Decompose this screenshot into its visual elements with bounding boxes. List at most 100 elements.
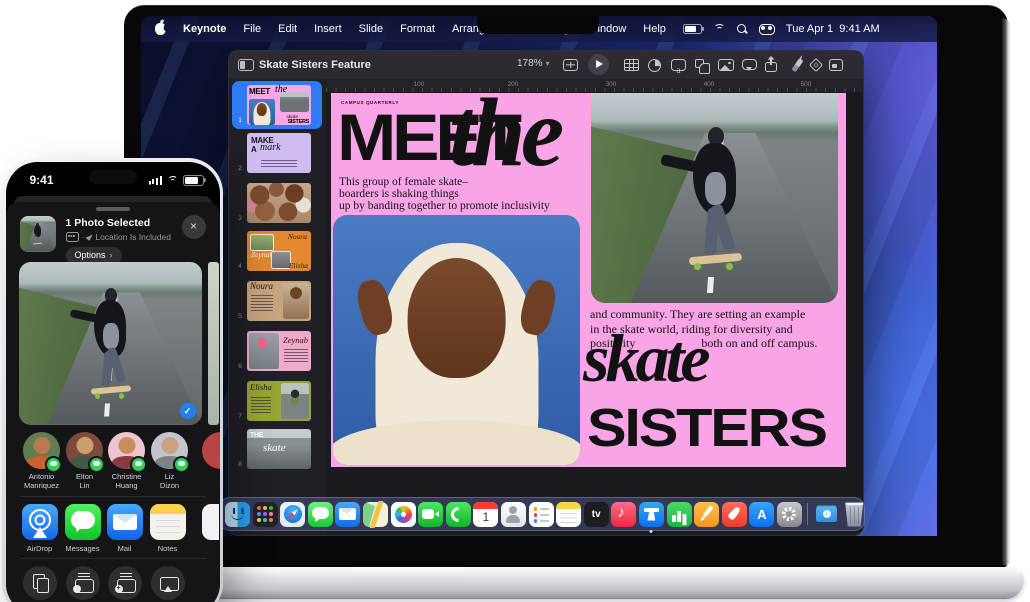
zoom-dropdown[interactable]: 178%	[517, 58, 550, 69]
contact-liz[interactable]: LizDizon	[148, 432, 192, 490]
format-brush-icon[interactable]	[791, 58, 803, 72]
control-center-icon[interactable]	[759, 24, 775, 35]
dock-reminders-icon[interactable]	[529, 502, 554, 527]
menu-format[interactable]: Format	[400, 23, 435, 35]
dock-maps-icon[interactable]	[363, 502, 388, 527]
contact-elton[interactable]: EltonLin	[63, 432, 107, 490]
animate-icon[interactable]	[809, 58, 823, 72]
contact-partial-avatar[interactable]	[202, 432, 220, 469]
slide-photo-skater[interactable]	[591, 93, 838, 303]
copy-action-icon[interactable]	[23, 566, 57, 600]
screen-mirroring-action-icon[interactable]	[151, 566, 185, 600]
wifi-icon[interactable]	[713, 24, 726, 34]
dock-pages-icon[interactable]	[694, 502, 719, 527]
selected-photo-thumbnail	[20, 216, 56, 252]
text-box-icon[interactable]	[671, 59, 686, 71]
menu-file[interactable]: File	[243, 23, 261, 35]
slide-outro-caps[interactable]: SISTERS	[587, 401, 826, 455]
dock-mail-icon[interactable]	[335, 502, 360, 527]
share-sheet-title: 1 Photo Selected	[66, 217, 151, 229]
menu-help[interactable]: Help	[643, 23, 666, 35]
slide-outro-script[interactable]: skate	[583, 319, 707, 398]
slide-editor[interactable]: CAMPUS QUARTERLY MEET the This group of …	[331, 93, 846, 467]
slide-photo-portrait[interactable]	[333, 215, 580, 465]
iphone-status-time: 9:41	[30, 173, 54, 187]
slide-thumbnail-8[interactable]: THE skate	[247, 429, 311, 469]
share-icon[interactable]	[765, 57, 777, 72]
menu-clock[interactable]: Tue Apr 1 9:41 AM	[786, 23, 880, 35]
dock-numbers-icon[interactable]	[667, 502, 692, 527]
location-arrow-icon	[86, 232, 94, 241]
dock-facetime-icon[interactable]	[418, 502, 443, 527]
slide-thumbnail-7[interactable]: Elisha	[247, 381, 311, 421]
slide-number: 3	[235, 215, 245, 222]
thumb7-photo	[281, 383, 309, 419]
dock-calendar-icon[interactable]: 1	[473, 502, 498, 527]
slide-thumbnail-1[interactable]: MEET the skate SISTERS	[247, 85, 311, 125]
menu-edit[interactable]: Edit	[278, 23, 297, 35]
add-to-album-action-icon[interactable]: +	[108, 566, 142, 600]
next-photo-partial[interactable]	[208, 262, 219, 425]
battery-icon[interactable]	[683, 24, 702, 34]
thumb4-elisha: Elisha	[289, 261, 308, 270]
dock-downloads-icon[interactable]	[814, 502, 839, 527]
dock-launchpad-icon[interactable]	[253, 502, 278, 527]
thumb1-sisters: SISTERS	[288, 119, 309, 125]
document-settings-icon[interactable]	[829, 59, 843, 71]
slide-thumbnail-2[interactable]: MAKE A mark	[247, 133, 311, 173]
slide-intro-text[interactable]: This group of female skate– boarders is …	[339, 177, 550, 212]
options-button[interactable]: Options	[66, 247, 122, 264]
battery-icon	[183, 175, 204, 187]
messages-app-icon[interactable]	[65, 504, 101, 540]
mail-app-icon[interactable]	[107, 504, 143, 540]
shape-icon[interactable]	[695, 59, 704, 68]
dock-photos-icon[interactable]	[391, 502, 416, 527]
dock-finder-icon[interactable]	[225, 502, 250, 527]
cellular-signal-icon	[149, 176, 163, 185]
view-sidebar-icon[interactable]	[238, 59, 254, 71]
contact-antonio[interactable]: AntonioManriquez	[20, 432, 64, 490]
selected-photo[interactable]: ✓	[19, 262, 202, 425]
dock-messages-icon[interactable]	[308, 502, 333, 527]
thumb4-photo-1	[250, 234, 274, 251]
dock-contacts-icon[interactable]	[501, 502, 526, 527]
dock-rocket-icon[interactable]	[722, 502, 747, 527]
slide-thumbnail-5[interactable]: Noura	[247, 281, 311, 321]
menu-app-name[interactable]: Keynote	[183, 23, 226, 35]
app-label-mail: Mail	[103, 544, 147, 553]
dock-settings-icon[interactable]	[777, 502, 802, 527]
save-to-files-action-icon[interactable]	[66, 566, 100, 600]
slide-thumbnail-4[interactable]: Noura Zeynab Elisha	[247, 231, 311, 271]
menu-slide[interactable]: Slide	[359, 23, 383, 35]
thumb8-the: THE	[250, 432, 263, 439]
menu-insert[interactable]: Insert	[314, 23, 342, 35]
slide-headline-script[interactable]: the	[449, 93, 559, 189]
media-icon[interactable]	[718, 59, 734, 71]
play-button[interactable]	[588, 54, 609, 75]
dock-appstore-icon[interactable]: A	[749, 502, 774, 527]
ruler-label: 500	[801, 81, 812, 88]
dock-tv-icon[interactable]: tv	[584, 502, 609, 527]
dock-trash-icon[interactable]	[842, 502, 867, 527]
dock-phone-icon[interactable]	[446, 502, 471, 527]
dock-keynote-icon[interactable]	[639, 502, 664, 527]
dock-safari-icon[interactable]	[280, 502, 305, 527]
slide-thumbnail-6[interactable]: Zeynab	[247, 331, 311, 371]
close-icon[interactable]: ×	[182, 215, 206, 239]
comment-icon[interactable]	[742, 59, 757, 70]
airdrop-icon[interactable]	[22, 504, 58, 540]
slide-thumbnail-3[interactable]	[247, 183, 311, 223]
wifi-icon	[167, 176, 179, 185]
table-icon[interactable]	[624, 59, 639, 71]
apple-menu-icon[interactable]	[155, 23, 166, 35]
sheet-grabber[interactable]	[96, 207, 130, 211]
add-slide-button[interactable]	[563, 59, 578, 71]
search-icon[interactable]	[737, 24, 748, 35]
share-sheet-subtitle: · Location Is Included	[66, 232, 171, 242]
dock-notes-icon[interactable]	[556, 502, 581, 527]
notes-app-icon[interactable]	[150, 504, 186, 540]
dock-music-icon[interactable]	[611, 502, 636, 527]
contact-christine[interactable]: ChristineHuang	[105, 432, 149, 490]
chart-icon[interactable]	[648, 59, 661, 72]
partial-app-icon[interactable]	[202, 504, 219, 540]
